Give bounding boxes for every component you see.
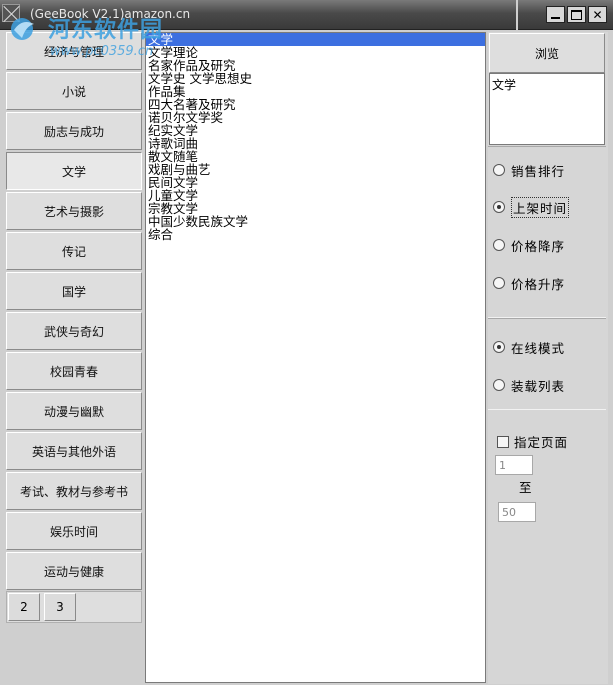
to-label: 至 bbox=[519, 480, 532, 495]
category-button[interactable]: 校园青春 bbox=[6, 352, 142, 390]
watermark-text: 河东软件园 bbox=[48, 18, 164, 43]
mode-option-label: 在线模式 bbox=[511, 340, 566, 356]
watermark-url: www.pc0359.cn bbox=[50, 44, 154, 59]
mode-option-label: 装载列表 bbox=[511, 378, 566, 394]
maximize-icon bbox=[571, 9, 582, 20]
title-divider bbox=[516, 0, 518, 30]
list-item[interactable]: 综合 bbox=[146, 228, 485, 241]
browse-button[interactable]: 浏览 bbox=[489, 33, 605, 73]
page-switcher: 2 3 bbox=[6, 591, 142, 623]
category-button[interactable]: 英语与其他外语 bbox=[6, 432, 142, 470]
sort-option-price-desc[interactable]: 价格降序 bbox=[493, 236, 565, 254]
radio-icon bbox=[493, 277, 505, 289]
page-range-checkbox[interactable]: 指定页面 bbox=[497, 432, 568, 451]
page-button-2[interactable]: 2 bbox=[8, 593, 40, 621]
page-to-input[interactable]: 50 bbox=[498, 502, 536, 522]
radio-selected-icon bbox=[493, 341, 505, 353]
category-button[interactable]: 运动与健康 bbox=[6, 552, 142, 590]
category-button[interactable]: 励志与成功 bbox=[6, 112, 142, 150]
list-item[interactable]: 中国少数民族文学 bbox=[146, 215, 485, 228]
radio-selected-icon bbox=[493, 201, 505, 213]
checkbox-icon bbox=[497, 435, 509, 448]
watermark-logo-icon bbox=[11, 18, 34, 40]
category-button[interactable]: 文学 bbox=[6, 152, 142, 190]
page-from-input[interactable]: 1 bbox=[495, 455, 533, 475]
category-button[interactable]: 传记 bbox=[6, 232, 142, 270]
list-item[interactable]: 文学史 文学思想史 bbox=[146, 72, 485, 85]
minimize-button[interactable] bbox=[546, 6, 565, 23]
sort-option-label: 价格降序 bbox=[511, 238, 566, 254]
page-range-label: 指定页面 bbox=[514, 435, 569, 450]
mode-option-load-list[interactable]: 装载列表 bbox=[493, 376, 565, 394]
radio-icon bbox=[493, 164, 505, 176]
category-button[interactable]: 考试、教材与参考书 bbox=[6, 472, 142, 510]
radio-icon bbox=[493, 379, 505, 391]
sort-option-sales[interactable]: 销售排行 bbox=[493, 161, 565, 179]
sort-option-date[interactable]: 上架时间 bbox=[493, 196, 570, 218]
mode-option-online[interactable]: 在线模式 bbox=[493, 338, 565, 356]
page-button-3[interactable]: 3 bbox=[44, 593, 76, 621]
sort-option-label: 销售排行 bbox=[511, 163, 566, 179]
category-column: 经济与管理 小说 励志与成功 文学 艺术与摄影 传记 国学 武侠与奇幻 校园青春 动漫与幽默 英语与… bbox=[6, 32, 144, 684]
close-button[interactable]: ✕ bbox=[588, 6, 607, 23]
sort-option-label: 价格升序 bbox=[511, 276, 566, 292]
selected-category-box[interactable]: 文学 bbox=[489, 73, 605, 145]
category-button[interactable]: 动漫与幽默 bbox=[6, 392, 142, 430]
options-panel: 浏览 文学 销售排行 上架时间 价格降序 价格升序 在线模式 装载列表 指定页面… bbox=[488, 32, 608, 684]
category-button[interactable]: 小说 bbox=[6, 72, 142, 110]
close-icon: ✕ bbox=[592, 7, 603, 22]
sort-option-label: 上架时间 bbox=[511, 196, 570, 218]
category-button[interactable]: 武侠与奇幻 bbox=[6, 312, 142, 350]
radio-icon bbox=[493, 239, 505, 251]
subcategory-list[interactable]: 文学 文学理论 名家作品及研究 文学史 文学思想史 作品集 四大名著及研究 诺贝尔文学奖 纪实… bbox=[145, 32, 486, 683]
minimize-icon bbox=[551, 17, 560, 19]
category-button[interactable]: 国学 bbox=[6, 272, 142, 310]
category-button[interactable]: 娱乐时间 bbox=[6, 512, 142, 550]
mode-group bbox=[488, 318, 606, 410]
category-button[interactable]: 艺术与摄影 bbox=[6, 192, 142, 230]
sort-option-price-asc[interactable]: 价格升序 bbox=[493, 274, 565, 292]
maximize-button[interactable] bbox=[567, 6, 586, 23]
